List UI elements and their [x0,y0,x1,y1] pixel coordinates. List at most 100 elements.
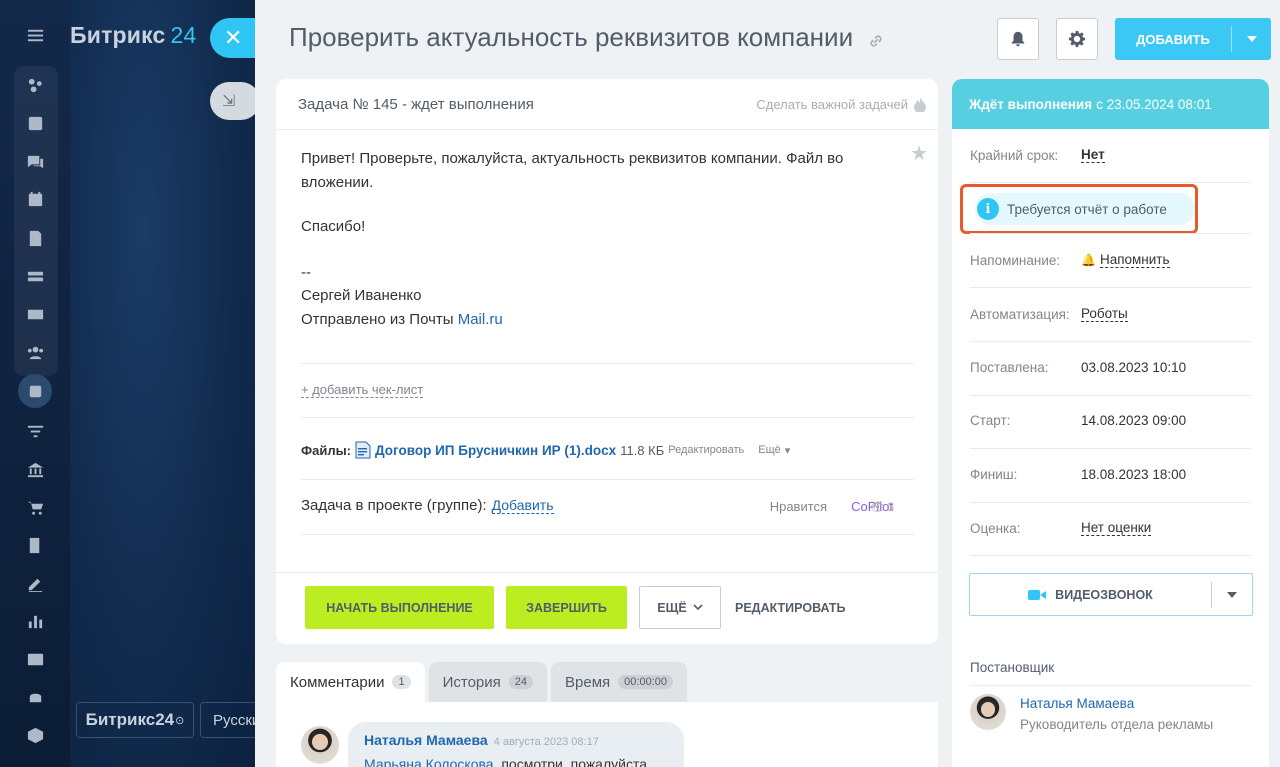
divider [970,395,1251,396]
avatar[interactable] [301,726,339,764]
feed-icon[interactable] [22,72,48,98]
automation-link[interactable]: Роботы [1081,306,1128,322]
start-value[interactable]: 14.08.2023 09:00 [1081,413,1186,428]
box-icon[interactable] [22,722,48,748]
left-navigation [0,0,70,767]
tab-comments[interactable]: Комментарии 1 [276,662,425,702]
deadline-value[interactable]: Нет [1081,147,1105,163]
portal-logo[interactable]: Битрикс 24 [70,22,197,49]
mail-link[interactable]: Mail.ru [458,311,503,328]
bank-icon[interactable] [22,456,48,482]
creator-avatar[interactable] [970,694,1006,730]
like-button[interactable]: Нравится [770,499,827,514]
add-button[interactable]: ДОБАВИТЬ [1115,18,1271,60]
creator-name[interactable]: Наталья Мамаева [1020,696,1134,711]
tasks-icon[interactable] [18,374,52,408]
comment-author[interactable]: Наталья Мамаева [364,732,488,748]
sign-icon[interactable] [22,570,48,596]
deadline-row: Крайний срок: Нет [970,147,1251,163]
project-add-link[interactable]: Добавить [491,497,554,514]
android-icon[interactable] [22,684,48,710]
language-selector[interactable]: Русский [200,702,260,738]
status-date: с 23.05.2024 08:01 [1096,96,1212,112]
task-sidebar: Ждёт выполнения с 23.05.2024 08:01 Крайни… [952,79,1269,767]
bitrix-badge[interactable]: Битрикс24 ⊙ [76,702,194,738]
project-label: Задача в проекте (группе): [301,497,487,514]
tab-history[interactable]: История 24 [428,662,548,702]
docx-file-icon [355,441,371,459]
automation-label: Автоматизация: [970,306,1070,322]
document-icon[interactable] [22,225,48,251]
favorite-star-icon[interactable]: ★ [910,141,928,166]
logo-number: 24 [170,22,197,48]
link-icon[interactable] [867,32,885,50]
contact-card-icon[interactable] [22,646,48,672]
status-header: Ждёт выполнения с 23.05.2024 08:01 [952,79,1269,129]
file-edit-link[interactable]: Редактировать [668,444,744,456]
description-line: Спасибо! [301,218,366,235]
reminder-row: Напоминание: 🔔 Напомнить [970,252,1251,268]
filter-icon[interactable] [22,418,48,444]
tab-label: Комментарии [290,673,385,691]
more-button-label: ЕЩЁ [657,600,687,615]
task-header: Задача № 145 - ждет выполнения Сделать в… [276,79,938,130]
close-icon: ✕ [224,25,243,50]
chevron-down-icon: ▾ [784,444,791,457]
finish-value[interactable]: 18.08.2023 18:00 [1081,467,1186,482]
add-checklist-link[interactable]: + добавить чек-лист [301,382,424,398]
form-icon[interactable] [22,532,48,558]
deadline-label: Крайний срок: [970,147,1059,163]
divider [970,448,1251,449]
edit-button[interactable]: РЕДАКТИРОВАТЬ [735,601,846,615]
calendar-icon[interactable] [22,186,48,212]
task-tabs: Комментарии 1 История 24 Время 00:00:00 [276,662,687,702]
file-size: 11.8 КБ [620,442,665,458]
page-title: Проверить актуальность реквизитов компан… [289,22,854,52]
file-more-link[interactable]: Ещё [758,444,781,456]
tab-label: История [442,673,501,691]
complete-button-label: ЗАВЕРШИТЬ [526,600,607,615]
creator-title: Постановщик [970,660,1055,675]
chart-icon[interactable] [22,608,48,634]
divider [970,287,1251,288]
make-important-label: Сделать важной задачей [756,96,908,112]
finish-row: Финиш: 18.08.2023 18:00 [970,467,1251,482]
video-call-main[interactable]: ВИДЕОЗВОНОК [970,588,1211,602]
task-card: Задача № 145 - ждет выполнения Сделать в… [276,79,938,644]
notifications-button[interactable] [997,18,1039,60]
complete-button[interactable]: ЗАВЕРШИТЬ [506,586,627,629]
divider [970,182,1251,183]
created-label: Поставлена: [970,360,1049,375]
calendar-list-icon[interactable] [22,110,48,136]
make-important-link[interactable]: Сделать важной задачей [756,96,926,112]
logo-text: Битрикс [70,22,166,48]
comment-text: Марьяна Колоскова, посмотри, пожалуйста [364,756,668,767]
chevron-down-icon[interactable] [1212,591,1252,598]
drive-icon[interactable] [22,263,48,289]
mail-icon[interactable] [22,301,48,327]
settings-button[interactable] [1056,18,1098,60]
start-button[interactable]: НАЧАТЬ ВЫПОЛНЕНИЕ [305,586,494,629]
chevron-down-icon[interactable] [1232,36,1271,42]
collapse-pill[interactable]: ⇲ [210,82,260,120]
comment-mention[interactable]: Марьяна Колоскова [364,756,494,767]
file-name-link[interactable]: Договор ИП Брусничкин ИР (1).docx [375,443,616,458]
menu-icon[interactable] [22,22,48,48]
more-button[interactable]: ЕЩЁ [639,586,721,629]
divider [301,417,914,418]
users-icon[interactable] [22,339,48,365]
divider [970,502,1251,503]
tab-time[interactable]: Время 00:00:00 [551,662,687,702]
chat-icon[interactable] [22,149,48,175]
action-buttons: НАЧАТЬ ВЫПОЛНЕНИЕ ЗАВЕРШИТЬ ЕЩЁ РЕДАКТИР… [305,586,846,629]
files-row: Файлы: Договор ИП Брусничкин ИР (1).docx… [301,441,790,459]
created-value: 03.08.2023 10:10 [1081,360,1187,375]
video-call-button[interactable]: ВИДЕОЗВОНОК [969,573,1253,616]
language-label: Русский [213,711,259,729]
tab-count: 1 [392,675,411,689]
reminder-link[interactable]: Напомнить [1099,252,1170,268]
rating-link[interactable]: Нет оценки [1081,520,1152,536]
cart-icon[interactable] [22,494,48,520]
checklist-label: + добавить чек-лист [301,382,424,398]
divider [276,572,938,573]
